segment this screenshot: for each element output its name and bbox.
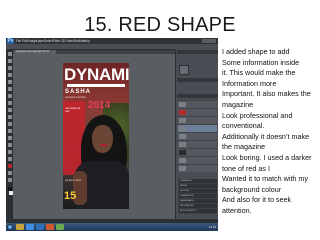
layer-thumbnail: [179, 150, 186, 155]
layer-thumbnail: [179, 166, 186, 171]
panel-character[interactable]: CHARACTER: [179, 194, 217, 198]
lasso-tool-icon[interactable]: [7, 66, 12, 70]
caption-line: Important. It also makes the: [222, 89, 311, 99]
tools-panel: [6, 49, 13, 219]
cover-name: SASHA: [65, 89, 92, 95]
healing-tool-icon[interactable]: [7, 94, 12, 98]
caption-line: magazine: [222, 99, 254, 109]
layer-thumbnail: [179, 142, 186, 147]
layer-thumbnail: [179, 134, 186, 139]
panel-history[interactable]: HISTORY: [179, 189, 217, 193]
caption-line: background colour: [222, 184, 282, 194]
caption-line: I added shape to add: [222, 47, 290, 56]
caption-text: I added shape to add Some information in…: [222, 47, 319, 217]
cover-line-left: new single out now: [65, 107, 81, 113]
pen-tool-icon[interactable]: [7, 143, 12, 147]
dodge-tool-icon[interactable]: [7, 136, 12, 140]
eyedropper-tool-icon[interactable]: [7, 87, 12, 91]
masthead: DYNAMIC: [64, 65, 129, 84]
layer-row[interactable]: [178, 116, 217, 124]
caption-line: attention.: [222, 205, 252, 215]
photoshop-taskbar-icon[interactable]: [36, 224, 44, 230]
layer-row-red-shape[interactable]: [178, 108, 217, 116]
layer-row[interactable]: [178, 100, 217, 108]
caption-line: Look boring. I used a darker: [222, 152, 312, 162]
shape-tool-icon[interactable]: [7, 164, 12, 168]
hand-tool-icon[interactable]: [7, 171, 12, 175]
model-lips: [100, 144, 107, 146]
caption-line: it. This would make the: [222, 68, 296, 78]
magazine-cover[interactable]: DYNAMIC SASHA exclusive interview 2014 n…: [63, 63, 129, 209]
panel-paragraph[interactable]: PARAGRAPH: [179, 199, 217, 203]
slide-title: 15. RED SHAPE: [84, 14, 236, 36]
caption-line: conventional.: [222, 121, 265, 131]
layer-row[interactable]: [178, 140, 217, 148]
browser-taskbar-icon[interactable]: [26, 224, 34, 230]
masthead-underline: [67, 84, 125, 87]
move-tool-icon[interactable]: [7, 52, 12, 56]
eraser-tool-icon[interactable]: [7, 122, 12, 126]
panel-channels[interactable]: CHANNELS: [179, 179, 217, 183]
cover-number: 15: [64, 190, 77, 202]
zoom-tool-icon[interactable]: [7, 178, 12, 182]
stamp-tool-icon[interactable]: [7, 108, 12, 112]
layer-thumbnail: [179, 110, 186, 115]
path-select-tool-icon[interactable]: [7, 157, 12, 161]
cover-year: 2014: [88, 100, 111, 111]
gradient-tool-icon[interactable]: [7, 129, 12, 133]
caption-line: Information more: [222, 78, 277, 88]
layer-row-background[interactable]: [178, 164, 217, 172]
caption-line: the magazine: [222, 142, 266, 152]
caption-line: And also for it to seek: [222, 195, 292, 205]
media-taskbar-icon[interactable]: [46, 224, 54, 230]
collapsed-panels: CHANNELS PATHS HISTORY CHARACTER PARAGRA…: [178, 179, 217, 214]
layer-row[interactable]: [178, 156, 217, 164]
layer-thumbnail: [179, 158, 186, 163]
panel-properties[interactable]: PROPERTIES: [179, 204, 217, 208]
panel-adjustments-collapsed[interactable]: ADJUSTMENTS: [179, 209, 217, 213]
layer-thumbnail: [179, 118, 186, 123]
swatch-preview[interactable]: [179, 65, 189, 75]
quick-select-tool-icon[interactable]: [7, 73, 12, 77]
brush-tool-icon[interactable]: [7, 101, 12, 105]
taskbar-clock: 14:32: [209, 225, 216, 229]
start-button-icon[interactable]: [7, 224, 13, 230]
caption-line: Some information inside: [222, 57, 300, 67]
photoshop-screenshot: Ps File Edit Image Layer Select Filter 3…: [6, 38, 218, 231]
window-controls[interactable]: [202, 39, 216, 43]
cover-line-bottom: top tips to fame: [65, 179, 82, 182]
layer-thumbnail: [179, 102, 186, 107]
layer-row-photo[interactable]: [178, 148, 217, 156]
marquee-tool-icon[interactable]: [7, 59, 12, 63]
document-tab[interactable]: dynamic-cover.psd @ 16.7%: [14, 50, 56, 54]
layer-row-selected[interactable]: [178, 124, 217, 132]
panel-header-adjustments[interactable]: [177, 78, 218, 82]
model-face: [92, 125, 113, 153]
layer-row[interactable]: [178, 132, 217, 140]
right-panels: CHANNELS PATHS HISTORY CHARACTER PARAGRA…: [175, 49, 218, 219]
type-tool-icon[interactable]: [7, 150, 12, 154]
panel-header-swatches[interactable]: [177, 50, 218, 54]
history-brush-tool-icon[interactable]: [7, 115, 12, 119]
caption-line: tone of red as I: [222, 163, 270, 173]
caption-line: Additionally it doesn’t make: [222, 131, 310, 141]
layer-thumbnail: [179, 126, 186, 131]
windows-taskbar: 14:32: [6, 223, 218, 231]
cover-name-subtitle: exclusive interview: [65, 96, 86, 99]
panel-paths[interactable]: PATHS: [179, 184, 217, 188]
explorer-taskbar-icon[interactable]: [16, 224, 24, 230]
crop-tool-icon[interactable]: [7, 80, 12, 84]
app-taskbar-icon[interactable]: [56, 224, 64, 230]
caption-line: Look professional and: [222, 110, 293, 120]
caption-line: Wanted it to match with my: [222, 174, 309, 184]
panel-header-layers[interactable]: [177, 94, 218, 98]
